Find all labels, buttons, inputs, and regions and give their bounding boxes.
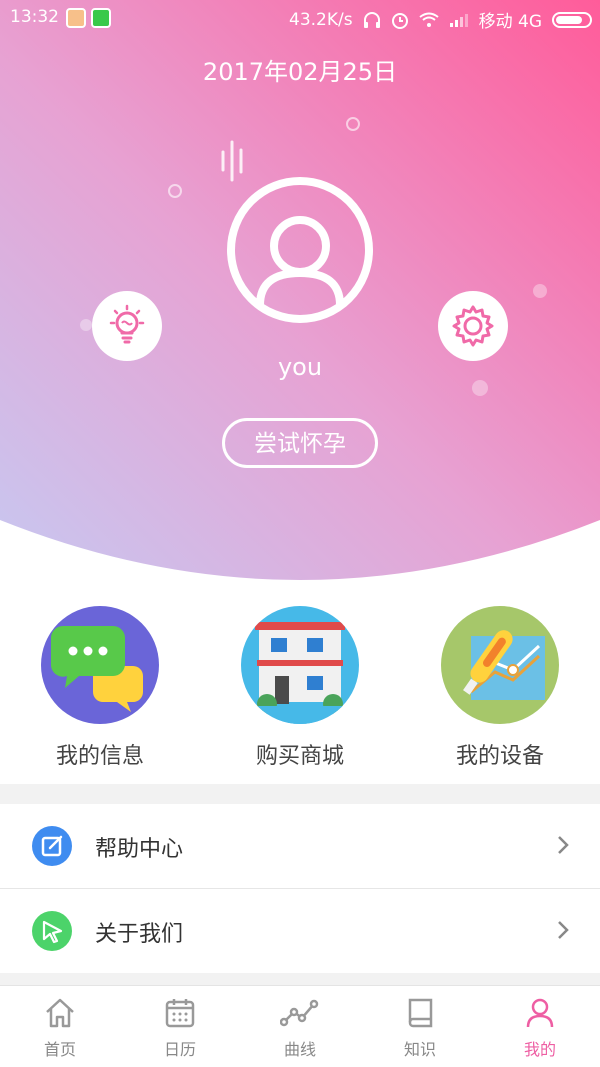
gear-icon	[452, 305, 494, 347]
try-pregnancy-button[interactable]: 尝试怀孕	[222, 418, 378, 468]
tab-curve[interactable]: 曲线	[240, 986, 360, 1067]
chevron-right-icon	[558, 836, 569, 854]
tab-label: 知识	[403, 1040, 436, 1059]
shortcut-label: 我的信息	[55, 744, 144, 769]
signal-icon	[449, 13, 468, 27]
menu-help-center[interactable]: 帮助中心	[0, 804, 600, 888]
shortcut-my-device[interactable]: 我的设备	[400, 606, 600, 770]
lightbulb-icon	[109, 304, 145, 344]
shortcut-label: 购买商城	[255, 744, 344, 769]
username: you	[277, 353, 323, 381]
shortcut-store[interactable]: 购买商城	[200, 606, 400, 770]
thermometer-chart-icon	[441, 606, 559, 724]
status-bar: 13:32 43.2K/s 移动 4G	[0, 0, 600, 36]
tab-home[interactable]: 首页	[0, 986, 120, 1067]
person-avatar-icon	[256, 216, 344, 309]
menu-label: 关于我们	[95, 922, 184, 947]
shortcut-label: 我的设备	[455, 744, 544, 769]
current-date: 2017年02月25日	[202, 58, 398, 86]
tab-knowledge[interactable]: 知识	[360, 986, 480, 1067]
tab-label: 首页	[43, 1040, 76, 1059]
menu-about-us[interactable]: 关于我们	[0, 889, 600, 973]
section-divider	[0, 784, 600, 804]
alarm-icon	[391, 12, 408, 29]
shortcut-grid: 我的信息 购买商城 我的设备	[0, 600, 600, 780]
tab-label: 我的	[523, 1040, 556, 1059]
person-icon	[526, 998, 554, 1028]
status-right: 43.2K/s 移动 4G	[289, 7, 592, 32]
battery-icon	[552, 11, 592, 28]
shortcut-my-info[interactable]: 我的信息	[0, 606, 200, 770]
tab-calendar[interactable]: 日历	[120, 986, 240, 1067]
tab-label: 日历	[163, 1040, 196, 1059]
edit-icon	[32, 826, 72, 866]
carrier-label: 移动 4G	[478, 12, 542, 32]
curve-icon	[279, 999, 319, 1027]
calendar-icon	[165, 999, 195, 1028]
net-speed: 43.2K/s	[289, 9, 353, 30]
chevron-right-icon	[558, 921, 569, 939]
section-divider	[0, 973, 600, 985]
bottom-tab-bar: 首页 日历 曲线 知识 我的	[0, 985, 600, 1067]
notification-app-icon	[66, 8, 86, 28]
store-building-icon	[241, 606, 359, 724]
user-avatar[interactable]	[227, 177, 373, 323]
wifi-icon	[418, 12, 439, 27]
cursor-icon	[32, 911, 72, 951]
tab-label: 曲线	[283, 1040, 316, 1059]
tips-button[interactable]	[92, 291, 162, 361]
menu-label: 帮助中心	[95, 837, 184, 862]
settings-button[interactable]	[438, 291, 508, 361]
home-icon	[46, 998, 74, 1028]
chat-bubbles-icon	[41, 606, 159, 724]
tab-mine[interactable]: 我的	[480, 986, 600, 1067]
video-app-icon	[91, 8, 111, 28]
profile-header: 13:32 43.2K/s 移动 4G 2017年02月25日 you 尝试怀孕	[0, 0, 600, 580]
book-icon	[408, 998, 433, 1028]
headphones-icon	[363, 11, 380, 28]
status-time: 13:32	[10, 7, 59, 27]
